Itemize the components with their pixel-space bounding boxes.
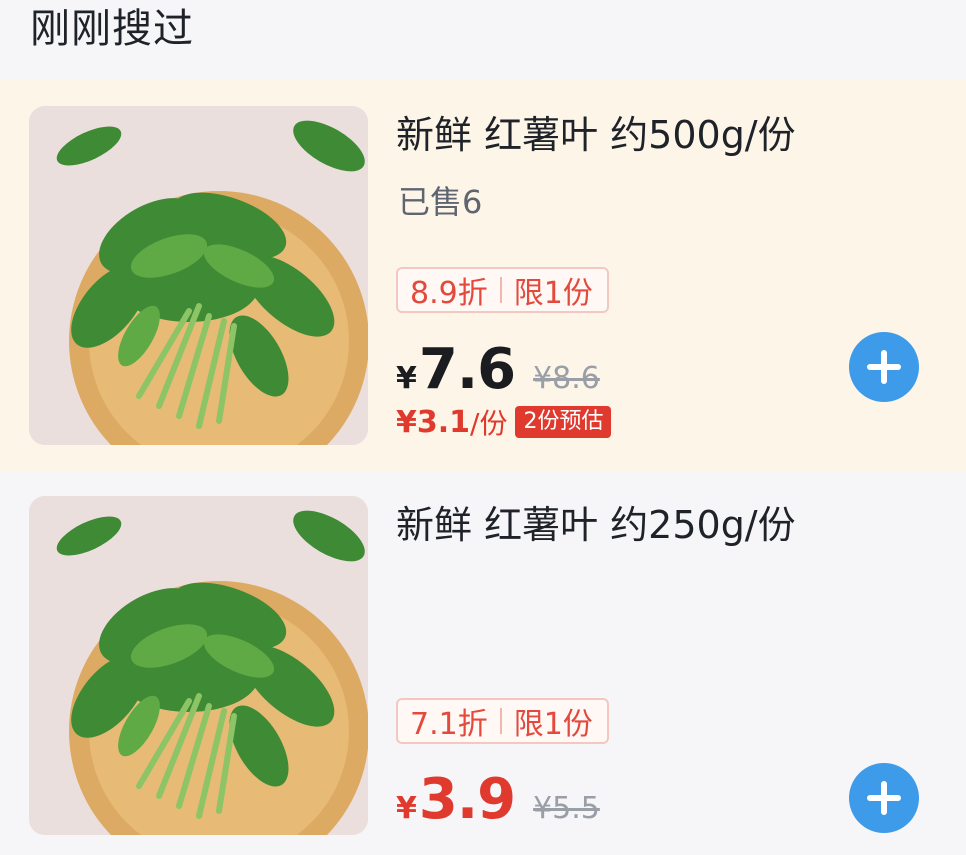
currency-symbol: ¥	[396, 791, 417, 826]
section-title: 刚刚搜过	[30, 6, 194, 52]
sweet-potato-leaves-image	[29, 106, 368, 445]
estimate-badge: 2份预估	[515, 406, 612, 438]
original-price: ¥5.5	[533, 791, 600, 826]
current-price: 3.9	[418, 767, 516, 832]
discount-label: 7.1折	[410, 707, 488, 742]
price-row: ¥ 7.6 ¥8.6	[396, 338, 600, 402]
limit-label: 限1份	[513, 276, 593, 311]
product-name[interactable]: 新鲜 红薯叶 约500g/份	[396, 110, 796, 160]
price-row: ¥ 3.9 ¥5.5	[396, 768, 600, 832]
add-to-cart-button[interactable]	[849, 763, 919, 833]
currency-symbol: ¥	[396, 361, 417, 396]
product-card[interactable]: 新鲜 红薯叶 约250g/份 7.1折 限1份 ¥ 3.9 ¥5.5	[0, 472, 966, 855]
limit-label: 限1份	[513, 707, 593, 742]
product-name[interactable]: 新鲜 红薯叶 约250g/份	[396, 500, 796, 550]
product-image[interactable]	[29, 106, 368, 445]
promo-tag: 8.9折 限1份	[396, 267, 609, 313]
promo-divider	[499, 708, 502, 734]
unit-price: ¥3.1	[396, 404, 471, 440]
current-price: 7.6	[418, 337, 516, 402]
discount-label: 8.9折	[410, 276, 488, 311]
product-card[interactable]: 新鲜 红薯叶 约500g/份 已售6 8.9折 限1份 ¥ 7.6 ¥8.6 ¥…	[0, 80, 966, 472]
sweet-potato-leaves-image	[29, 496, 368, 835]
unit-price-row: ¥3.1 /份 2份预估	[396, 402, 612, 442]
unit-suffix: /份	[470, 407, 508, 440]
promo-divider	[499, 277, 502, 303]
original-price: ¥8.6	[533, 361, 600, 396]
promo-tag: 7.1折 限1份	[396, 698, 609, 744]
sold-count: 已售6	[398, 183, 483, 221]
add-to-cart-button[interactable]	[849, 332, 919, 402]
product-image[interactable]	[29, 496, 368, 835]
